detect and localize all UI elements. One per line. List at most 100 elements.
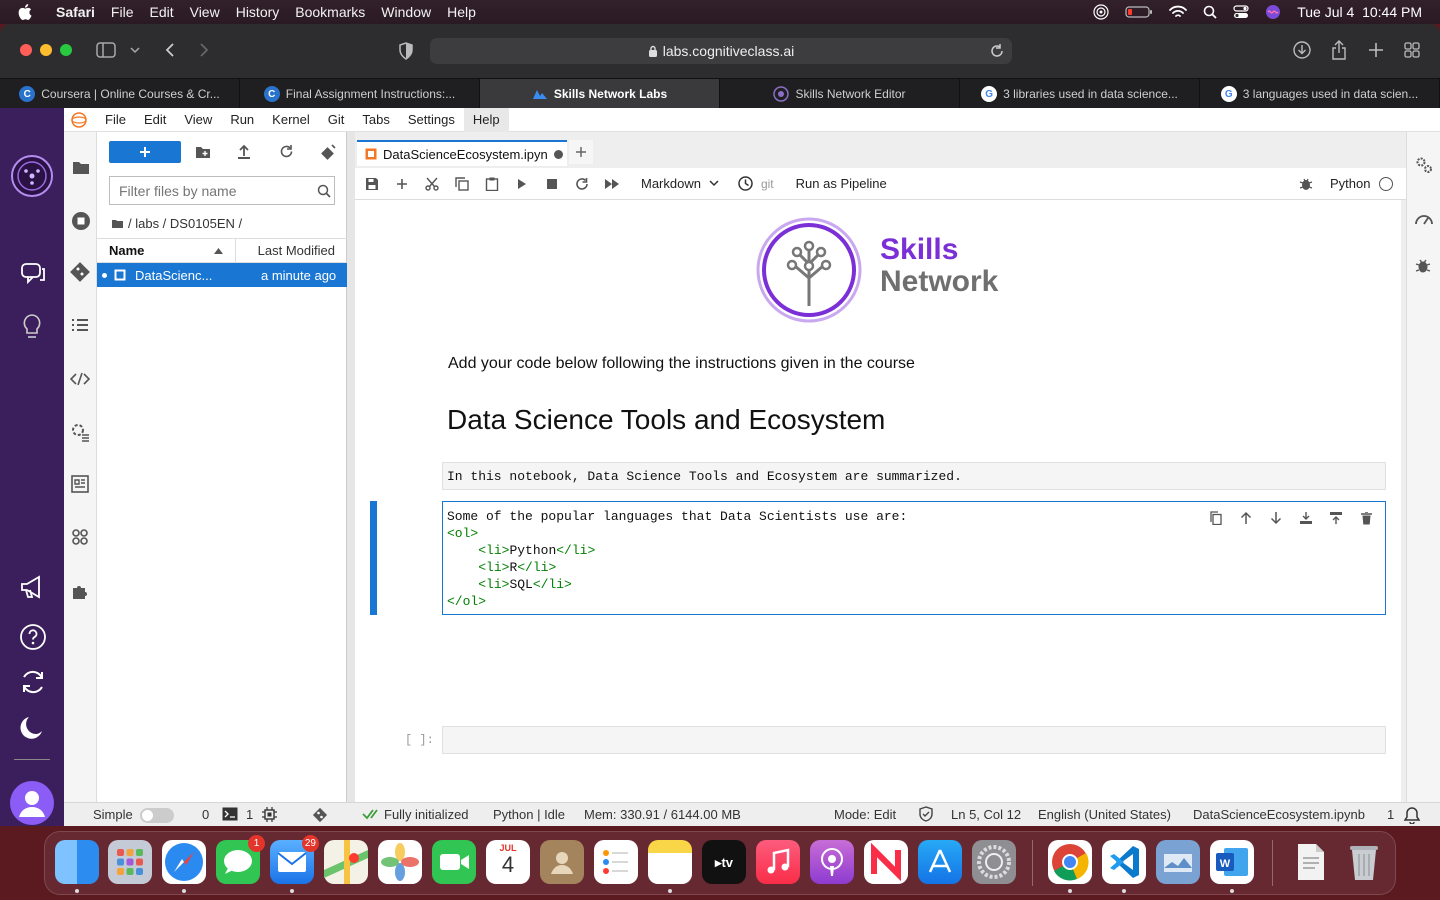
- facetime-icon[interactable]: [432, 840, 476, 884]
- run-as-pipeline-button[interactable]: Run as Pipeline: [796, 176, 887, 191]
- mail-icon[interactable]: 29: [270, 835, 319, 884]
- property-inspector-icon[interactable]: [1415, 156, 1433, 174]
- vscode-icon[interactable]: [1102, 840, 1146, 884]
- sync-icon[interactable]: [19, 669, 47, 695]
- breadcrumb-path[interactable]: / labs / DS0105EN /: [128, 216, 242, 231]
- insert-cell-above-icon[interactable]: [1291, 508, 1321, 528]
- bell-icon[interactable]: [1404, 807, 1420, 824]
- lsp-status[interactable]: Fully initialized: [384, 807, 469, 822]
- save-icon[interactable]: [357, 169, 387, 199]
- word-icon[interactable]: W: [1210, 840, 1254, 884]
- minimize-window-button[interactable]: [40, 44, 52, 56]
- jupyter-menu-kernel[interactable]: Kernel: [263, 108, 319, 132]
- jupyter-menu-run[interactable]: Run: [221, 108, 263, 132]
- tab-overview-icon[interactable]: [1404, 42, 1420, 58]
- chrome-icon[interactable]: [1048, 840, 1092, 884]
- insert-cell-icon[interactable]: [387, 169, 417, 199]
- refresh-icon[interactable]: [279, 144, 294, 159]
- clock[interactable]: Tue Jul 4 10:44 PM: [1297, 4, 1422, 20]
- finder-icon[interactable]: [55, 840, 99, 884]
- podcasts-icon[interactable]: [810, 840, 854, 884]
- search-icon[interactable]: [317, 184, 331, 198]
- safari-icon[interactable]: [162, 840, 206, 884]
- new-folder-icon[interactable]: [195, 145, 211, 159]
- skills-network-logo-icon[interactable]: [10, 154, 54, 198]
- reminders-icon[interactable]: [594, 840, 638, 884]
- restart-kernel-icon[interactable]: [567, 169, 597, 199]
- trash-icon[interactable]: [1342, 840, 1386, 884]
- reload-icon[interactable]: [990, 44, 1004, 58]
- code-snippets-icon[interactable]: [70, 372, 90, 386]
- menu-history[interactable]: History: [236, 4, 280, 20]
- maps-icon[interactable]: [324, 840, 368, 884]
- move-cell-up-icon[interactable]: [1231, 508, 1261, 528]
- last-modified-column-header[interactable]: Last Modified: [236, 239, 347, 262]
- file-row[interactable]: DataScienc... a minute ago: [97, 263, 347, 287]
- airdrop-icon[interactable]: [1093, 4, 1109, 20]
- photos-icon[interactable]: [378, 840, 422, 884]
- jupyter-menu-git[interactable]: Git: [319, 108, 354, 132]
- help-circle-icon[interactable]: [19, 623, 47, 651]
- jupyter-menu-help[interactable]: Help: [463, 107, 509, 132]
- move-cell-down-icon[interactable]: [1261, 508, 1291, 528]
- markdown-cell-languages[interactable]: Some of the popular languages that Data …: [442, 501, 1386, 615]
- new-launcher-button[interactable]: [109, 141, 181, 163]
- git-diff-button[interactable]: git: [761, 177, 774, 191]
- dark-mode-icon[interactable]: [19, 714, 45, 740]
- upload-icon[interactable]: [237, 144, 251, 160]
- terminals-count[interactable]: 0: [202, 807, 209, 822]
- extension-settings-icon[interactable]: [70, 422, 90, 442]
- document-stack-icon[interactable]: [1288, 840, 1332, 884]
- app-store-icon[interactable]: [918, 840, 962, 884]
- components-icon[interactable]: [71, 528, 89, 546]
- battery-icon[interactable]: [1125, 5, 1153, 19]
- trusted-shield-icon[interactable]: [918, 806, 934, 822]
- privacy-shield-icon[interactable]: [398, 42, 414, 60]
- elyra-catalog-icon[interactable]: [71, 475, 89, 493]
- git-clone-icon[interactable]: [320, 144, 336, 160]
- kernels-count[interactable]: 1: [246, 807, 253, 822]
- unsaved-dot-icon[interactable]: [553, 149, 563, 159]
- announcement-icon[interactable]: [19, 575, 47, 599]
- cell-type-select[interactable]: Markdown: [641, 176, 719, 191]
- clock-icon[interactable]: [731, 169, 761, 199]
- browser-tab-google-libraries[interactable]: G 3 libraries used in data science...: [960, 79, 1200, 109]
- notebook-tab[interactable]: DataScienceEcosystem.ipyn: [357, 140, 567, 166]
- kernel-name[interactable]: Python: [1330, 176, 1370, 191]
- table-of-contents-icon[interactable]: [71, 318, 89, 332]
- insert-cell-below-icon[interactable]: [1321, 508, 1351, 528]
- panel-splitter[interactable]: [347, 132, 355, 802]
- jupyter-menu-file[interactable]: File: [96, 108, 135, 132]
- duplicate-cell-icon[interactable]: [1201, 508, 1231, 528]
- menu-view[interactable]: View: [190, 4, 220, 20]
- folder-icon[interactable]: [112, 219, 123, 228]
- browser-tab-final-assignment[interactable]: C Final Assignment Instructions:...: [240, 79, 480, 109]
- paste-icon[interactable]: [477, 169, 507, 199]
- forward-icon[interactable]: [198, 42, 210, 58]
- name-column-header[interactable]: Name: [97, 239, 236, 262]
- downloads-icon[interactable]: [1293, 41, 1311, 59]
- cursor-position[interactable]: Ln 5, Col 12: [951, 807, 1021, 822]
- active-cell-indicator[interactable]: [370, 501, 377, 615]
- run-cell-icon[interactable]: [507, 169, 537, 199]
- browser-tab-skills-network-labs[interactable]: Skills Network Labs: [480, 79, 720, 109]
- extension-manager-icon[interactable]: [71, 582, 89, 600]
- simple-mode-toggle[interactable]: [140, 808, 174, 823]
- notes-icon[interactable]: [648, 840, 692, 884]
- jupyter-menu-settings[interactable]: Settings: [399, 108, 464, 132]
- cut-icon[interactable]: [417, 169, 447, 199]
- delete-cell-icon[interactable]: [1351, 508, 1381, 528]
- menu-help[interactable]: Help: [447, 4, 476, 20]
- news-icon[interactable]: [864, 840, 908, 884]
- git-icon[interactable]: [70, 262, 90, 282]
- filter-files-field[interactable]: [119, 182, 315, 199]
- jupyter-menu-view[interactable]: View: [175, 108, 221, 132]
- spotlight-icon[interactable]: [1203, 5, 1217, 19]
- zoom-window-button[interactable]: [60, 44, 72, 56]
- music-icon[interactable]: [756, 840, 800, 884]
- chevron-down-icon[interactable]: [130, 46, 140, 54]
- notification-count[interactable]: 1: [1387, 807, 1394, 822]
- siri-icon[interactable]: [1265, 4, 1281, 20]
- jupyter-menu-edit[interactable]: Edit: [135, 108, 175, 132]
- new-tab-button[interactable]: [569, 140, 593, 164]
